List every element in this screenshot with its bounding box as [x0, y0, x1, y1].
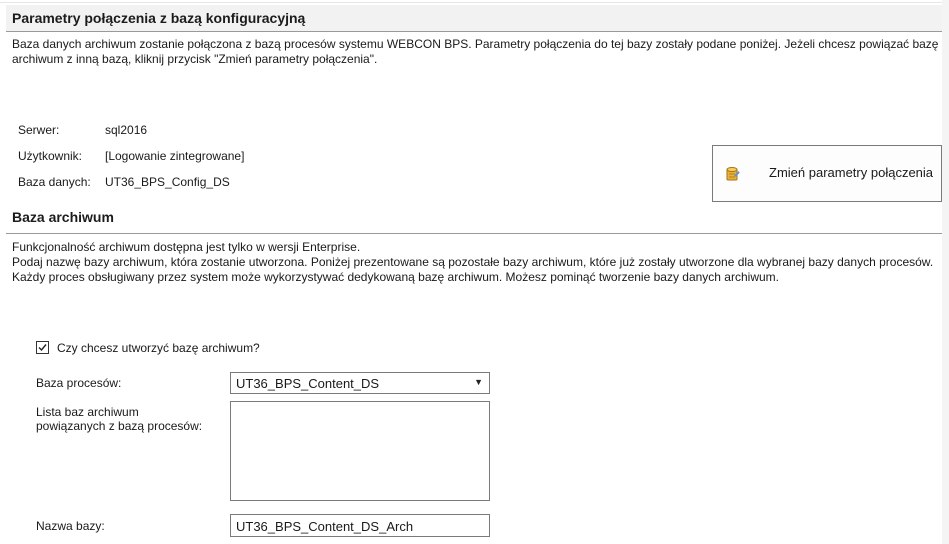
checkmark-icon [38, 344, 47, 352]
change-connection-label: Zmień parametry połączenia [769, 165, 934, 180]
archive-description: Podaj nazwę bazy archiwum, która zostani… [12, 255, 934, 284]
database-edit-icon [725, 166, 741, 182]
db-name-value: UT36_BPS_Content_DS_Arch [236, 519, 414, 534]
create-archive-checkbox[interactable] [36, 341, 49, 354]
user-value: [Logowanie zintegrowane] [105, 149, 245, 163]
archive-section-title: Baza archiwum [12, 209, 114, 225]
database-value: UT36_BPS_Config_DS [105, 175, 230, 189]
db-name-label: Nazwa bazy: [36, 519, 105, 533]
archive-edition-note: Funkcjonalność archiwum dostępna jest ty… [12, 240, 361, 254]
chevron-down-icon[interactable]: ▼ [474, 377, 483, 387]
connection-section-title: Parametry połączenia z bazą konfiguracyj… [12, 10, 306, 26]
create-archive-label[interactable]: Czy chcesz utworzyć bazę archiwum? [57, 341, 260, 355]
archive-list-label-line1: Lista baz archiwum [36, 405, 139, 419]
archive-list-box[interactable] [230, 401, 490, 501]
archive-list-label-line2: powiązanych z bazą procesów: [36, 419, 203, 433]
archive-section-divider [6, 233, 942, 234]
right-edge-shade [942, 0, 949, 544]
user-label: Użytkownik: [18, 149, 83, 163]
archive-section-header: Baza archiwum [6, 205, 942, 231]
connection-section-divider [6, 31, 942, 32]
top-divider [0, 2, 949, 3]
process-db-select[interactable]: UT36_BPS_Content_DS ▼ [230, 372, 490, 394]
database-label: Baza danych: [18, 175, 91, 189]
process-db-label: Baza procesów: [36, 376, 122, 390]
connection-section-header: Parametry połączenia z bazą konfiguracyj… [6, 5, 942, 31]
process-db-selected-value: UT36_BPS_Content_DS [236, 376, 380, 391]
server-value: sql2016 [105, 123, 148, 137]
server-label: Serwer: [18, 123, 60, 137]
db-name-input[interactable]: UT36_BPS_Content_DS_Arch [230, 514, 490, 537]
archive-list-label: Lista baz archiwum powiązanych z bazą pr… [36, 405, 202, 433]
connection-description: Baza danych archiwum zostanie połączona … [12, 37, 939, 66]
archive-wizard-panel: Parametry połączenia z bazą konfiguracyj… [0, 0, 949, 544]
change-connection-button[interactable]: Zmień parametry połączenia [712, 145, 942, 202]
